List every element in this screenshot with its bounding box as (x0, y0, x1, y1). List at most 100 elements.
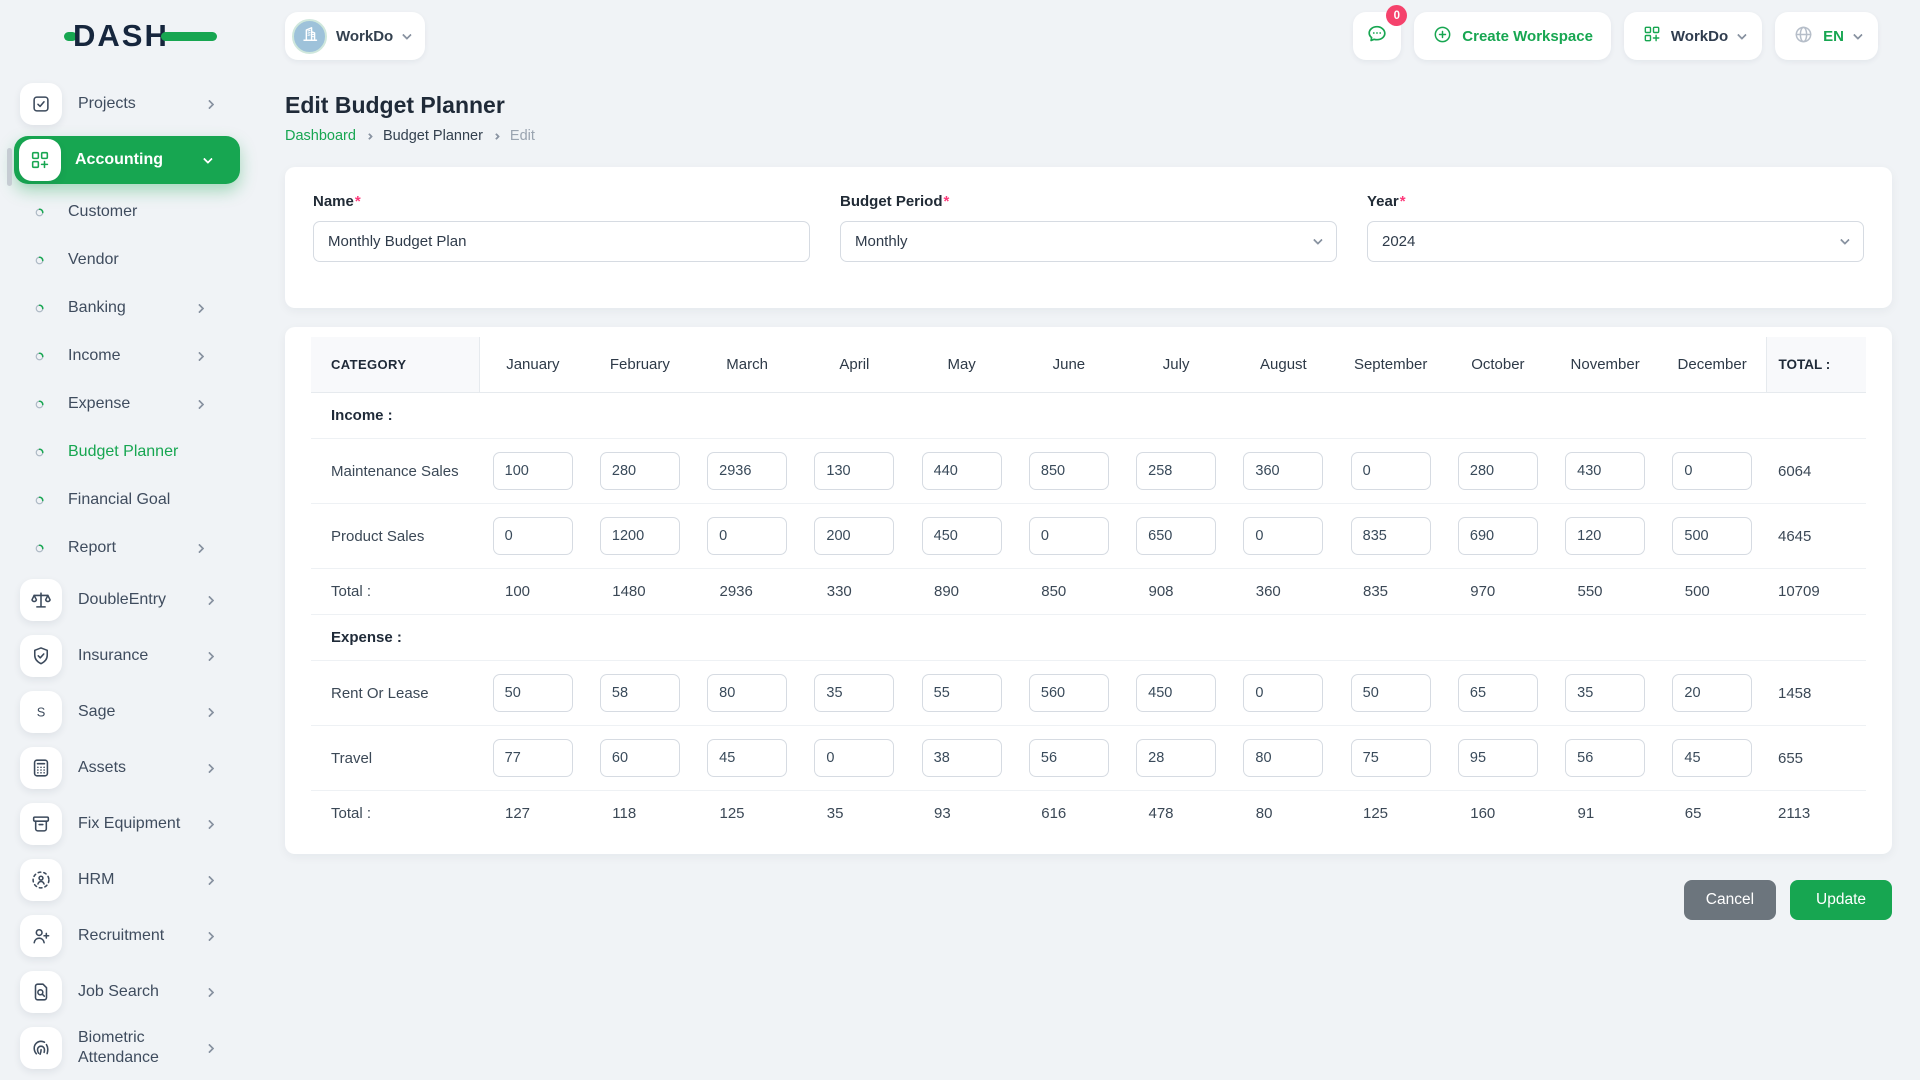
row-label: Travel (311, 725, 479, 791)
travel-august-input[interactable] (1243, 739, 1324, 777)
maintenance-sales-december-input[interactable] (1672, 452, 1753, 490)
rent-or-lease-may-input[interactable] (921, 674, 1002, 712)
sidebar-item-vendor[interactable]: Vendor (0, 236, 258, 284)
product-sales-november-input[interactable] (1565, 517, 1646, 555)
maintenance-sales-july-input[interactable] (1136, 452, 1217, 490)
sidebar-item-insurance[interactable]: Insurance (0, 628, 258, 684)
cell (1122, 438, 1230, 504)
maintenance-sales-september-input[interactable] (1350, 452, 1431, 490)
product-sales-december-input[interactable] (1672, 517, 1753, 555)
cell (908, 725, 1016, 791)
sidebar-item-recruitment[interactable]: Recruitment (0, 908, 258, 964)
rent-or-lease-july-input[interactable] (1136, 674, 1217, 712)
sidebar-item-doubleentry[interactable]: DoubleEntry (0, 572, 258, 628)
column-total: 35 (826, 805, 844, 822)
rent-or-lease-september-input[interactable] (1350, 674, 1431, 712)
table-header-row: CATEGORY January February March April May June… (311, 337, 1866, 393)
maintenance-sales-april-input[interactable] (814, 452, 895, 490)
app-logo[interactable]: DASH (64, 18, 217, 54)
cancel-button[interactable]: Cancel (1683, 880, 1777, 920)
rent-or-lease-october-input[interactable] (1457, 674, 1538, 712)
product-sales-may-input[interactable] (921, 517, 1002, 555)
sidebar-item-label: Biometric Attendance (78, 1029, 159, 1066)
breadcrumb-dashboard[interactable]: Dashboard (285, 128, 356, 144)
travel-december-input[interactable] (1672, 739, 1753, 777)
maintenance-sales-march-input[interactable] (707, 452, 788, 490)
product-sales-august-input[interactable] (1243, 517, 1324, 555)
maintenance-sales-january-input[interactable] (492, 452, 573, 490)
sidebar-item-banking[interactable]: Banking (0, 284, 258, 332)
maintenance-sales-november-input[interactable] (1565, 452, 1646, 490)
travel-november-input[interactable] (1565, 739, 1646, 777)
name-input[interactable] (313, 221, 810, 262)
travel-may-input[interactable] (921, 739, 1002, 777)
product-sales-october-input[interactable] (1457, 517, 1538, 555)
row-label: Product Sales (311, 503, 479, 569)
sidebar-item-expense[interactable]: Expense (0, 380, 258, 428)
create-workspace-button[interactable]: Create Workspace (1414, 12, 1611, 60)
workspace-selector[interactable]: WorkDo (285, 12, 426, 60)
sidebar-item-hrm[interactable]: HRM (0, 852, 258, 908)
messages-button[interactable]: 0 (1353, 5, 1408, 60)
maintenance-sales-october-input[interactable] (1457, 452, 1538, 490)
required-asterisk: * (354, 193, 361, 210)
sidebar-item-budget-planner[interactable]: Budget Planner (0, 428, 258, 476)
maintenance-sales-june-input[interactable] (1028, 452, 1109, 490)
product-sales-june-input[interactable] (1028, 517, 1109, 555)
year-select[interactable]: 2024 (1367, 221, 1864, 262)
rent-or-lease-november-input[interactable] (1565, 674, 1646, 712)
budget-period-select[interactable]: Monthly (840, 221, 1337, 262)
product-sales-march-input[interactable] (707, 517, 788, 555)
product-sales-april-input[interactable] (814, 517, 895, 555)
docsearch-icon (20, 971, 62, 1013)
product-sales-september-input[interactable] (1350, 517, 1431, 555)
travel-june-input[interactable] (1028, 739, 1109, 777)
breadcrumb: Dashboard Budget Planner Edit (285, 128, 1892, 144)
travel-july-input[interactable] (1136, 739, 1217, 777)
language-selector[interactable]: EN (1775, 12, 1878, 60)
chevron-right-icon (204, 819, 215, 829)
sidebar-item-report[interactable]: Report (0, 524, 258, 572)
sidebar-item-sage[interactable]: S Sage (0, 684, 258, 740)
breadcrumb-separator-icon (492, 132, 500, 140)
product-sales-february-input[interactable] (599, 517, 680, 555)
travel-september-input[interactable] (1350, 739, 1431, 777)
rent-or-lease-december-input[interactable] (1672, 674, 1753, 712)
sidebar-item-projects[interactable]: Projects (0, 76, 258, 132)
sidebar-scrollbar[interactable] (7, 148, 12, 186)
row-total: 1458 (1766, 660, 1866, 726)
travel-january-input[interactable] (492, 739, 573, 777)
sidebar-item-assets[interactable]: Assets (0, 740, 258, 796)
sidebar-item-biometric-attendance[interactable]: Biometric Attendance (0, 1020, 258, 1076)
chevron-right-icon (204, 931, 215, 941)
cell (1551, 503, 1659, 569)
travel-march-input[interactable] (707, 739, 788, 777)
rent-or-lease-august-input[interactable] (1243, 674, 1324, 712)
sidebar-item-income[interactable]: Income (0, 332, 258, 380)
workdo-menu-button[interactable]: WorkDo (1623, 12, 1763, 60)
month-header-august: August (1229, 337, 1337, 393)
update-button[interactable]: Update (1790, 880, 1892, 920)
maintenance-sales-may-input[interactable] (921, 452, 1002, 490)
sidebar-item-fix-equipment[interactable]: Fix Equipment (0, 796, 258, 852)
travel-february-input[interactable] (599, 739, 680, 777)
product-sales-january-input[interactable] (492, 517, 573, 555)
travel-october-input[interactable] (1457, 739, 1538, 777)
rent-or-lease-march-input[interactable] (707, 674, 788, 712)
rent-or-lease-january-input[interactable] (492, 674, 573, 712)
maintenance-sales-august-input[interactable] (1243, 452, 1324, 490)
rent-or-lease-april-input[interactable] (814, 674, 895, 712)
maintenance-sales-february-input[interactable] (599, 452, 680, 490)
rent-or-lease-february-input[interactable] (599, 674, 680, 712)
building-icon (300, 24, 320, 48)
sidebar-item-job-search[interactable]: Job Search (0, 964, 258, 1020)
breadcrumb-budget-planner[interactable]: Budget Planner (383, 128, 483, 144)
sidebar-item-accounting[interactable]: Accounting (14, 136, 240, 184)
product-sales-july-input[interactable] (1136, 517, 1217, 555)
sidebar-item-customer[interactable]: Customer (0, 188, 258, 236)
month-header-july: July (1122, 337, 1230, 393)
rent-or-lease-june-input[interactable] (1028, 674, 1109, 712)
travel-april-input[interactable] (814, 739, 895, 777)
language-label: EN (1823, 27, 1844, 45)
sidebar-item-financial-goal[interactable]: Financial Goal (0, 476, 258, 524)
